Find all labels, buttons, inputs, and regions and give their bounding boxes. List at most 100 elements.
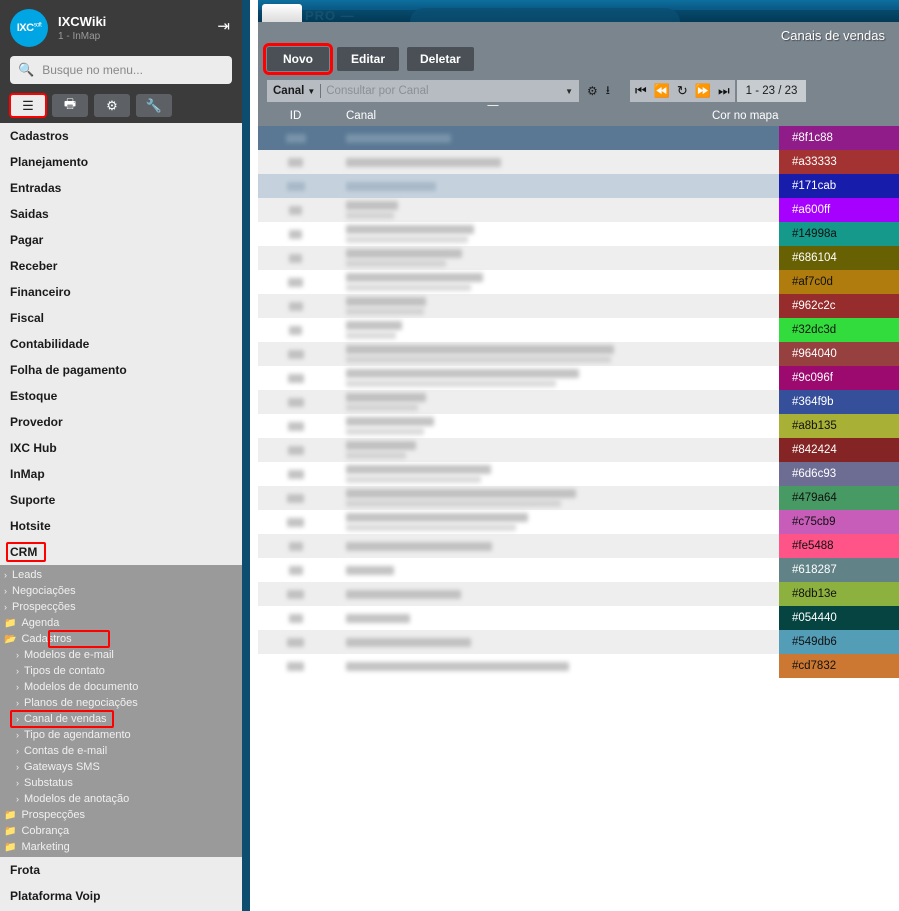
next-page-icon[interactable]: ⏩ [694, 83, 712, 99]
submenu-item-tipos-de-contato[interactable]: › Tipos de contato [0, 663, 242, 679]
table-row[interactable]: #962c2c [258, 294, 899, 318]
prev-page-icon[interactable]: ⏪ [653, 83, 671, 99]
submenu-item-leads[interactable]: › Leads [0, 567, 242, 583]
sidebar-item-estoque[interactable]: Estoque [0, 383, 242, 409]
submenu-item-negocia-es[interactable]: › Negociações [0, 583, 242, 599]
sidebar-item-contabilidade[interactable]: Contabilidade [0, 331, 242, 357]
table-row[interactable]: #479a64 [258, 486, 899, 510]
sidebar-item-entradas[interactable]: Entradas [0, 175, 242, 201]
submenu-item-modelos-de-documento[interactable]: › Modelos de documento [0, 679, 242, 695]
column-header-canal[interactable]: Canal [333, 110, 699, 122]
table-row[interactable]: #964040 [258, 342, 899, 366]
pager: ⏮ ⏪ ↻ ⏩ ⏭ 1 - 23 / 23 [629, 80, 807, 102]
settings-tab[interactable]: ⚙ [94, 94, 130, 117]
column-header-id[interactable]: ID [258, 110, 333, 122]
print-tab[interactable]: 🖶 [52, 94, 88, 117]
last-page-icon[interactable]: ⏭ [717, 83, 731, 99]
sidebar-item-receber[interactable]: Receber [0, 253, 242, 279]
filter-dropdown-icon[interactable]: ▼ [565, 87, 573, 96]
redacted-line-1 [346, 201, 398, 210]
search-icon: 🔍 [18, 62, 35, 77]
sidebar-submenu: › Leads › Negociações › Prospecções 📁 Agenda 📂 Ca… [0, 565, 242, 857]
filter-field-label[interactable]: Canal [273, 85, 304, 97]
table-row[interactable]: #14998a [258, 222, 899, 246]
search-box[interactable]: 🔍 [10, 56, 232, 84]
table-row[interactable]: #fe5488 [258, 534, 899, 558]
redacted-canal [346, 181, 436, 191]
sidebar-item-crm[interactable]: CRM [0, 539, 242, 565]
search-input[interactable] [42, 63, 224, 77]
chevron-down-icon[interactable]: ▼ [307, 87, 315, 96]
cell-id [258, 486, 333, 510]
redacted-canal [346, 541, 492, 551]
submenu-item-canal-de-vendas[interactable]: › Canal de vendas [0, 710, 242, 728]
chevron-right-icon: › [16, 794, 19, 804]
submenu-item-marketing[interactable]: 📁 Marketing [0, 839, 242, 855]
submenu-item-planos-de-negocia-es[interactable]: › Planos de negociações [0, 695, 242, 711]
sidebar-item-hotsite[interactable]: Hotsite [0, 513, 242, 539]
table-row[interactable]: #054440 [258, 606, 899, 630]
logout-icon[interactable]: ⇥ [217, 17, 230, 35]
table-row[interactable]: #32dc3d [258, 318, 899, 342]
redacted-canal [346, 201, 398, 219]
tools-tab[interactable]: 🔧 [136, 94, 172, 117]
chevron-right-icon: › [16, 666, 19, 676]
submenu-item-modelos-de-anota-o[interactable]: › Modelos de anotação [0, 791, 242, 807]
delete-button[interactable]: Deletar [407, 47, 474, 71]
new-button[interactable]: Novo [263, 43, 333, 75]
redacted-line-1 [346, 465, 491, 474]
sidebar-item-fiscal[interactable]: Fiscal [0, 305, 242, 331]
table-row[interactable]: #8f1c88 [258, 126, 899, 150]
table-row[interactable]: #a8b135 [258, 414, 899, 438]
sidebar-header-text: IXCWiki 1 - InMap [58, 14, 106, 43]
submenu-item-prospec-es[interactable]: › Prospecções [0, 599, 242, 615]
filter-settings-icon[interactable]: ⚙ [587, 84, 598, 98]
submenu-item-label: Modelos de anotação [24, 793, 130, 805]
sidebar-item-cadastros[interactable]: Cadastros [0, 123, 242, 149]
sidebar-item-suporte[interactable]: Suporte [0, 487, 242, 513]
table-row[interactable]: #9c096f [258, 366, 899, 390]
table-row[interactable]: #842424 [258, 438, 899, 462]
submenu-item-contas-de-e-mail[interactable]: › Contas de e-mail [0, 743, 242, 759]
filter-search-input[interactable] [326, 85, 562, 97]
sidebar-item-folha-de-pagamento[interactable]: Folha de pagamento [0, 357, 242, 383]
edit-button[interactable]: Editar [337, 47, 399, 71]
table-row[interactable]: #a33333 [258, 150, 899, 174]
submenu-item-substatus[interactable]: › Substatus [0, 775, 242, 791]
submenu-item-agenda[interactable]: 📁 Agenda [0, 615, 242, 631]
submenu-item-cadastros[interactable]: 📂 Cadastros [0, 630, 242, 648]
sidebar-item-inmap[interactable]: InMap [0, 461, 242, 487]
menu-tab[interactable]: ☰ [9, 93, 47, 118]
first-page-icon[interactable]: ⏮ [634, 83, 648, 99]
table-row[interactable]: #364f9b [258, 390, 899, 414]
submenu-item-tipo-de-agendamento[interactable]: › Tipo de agendamento [0, 727, 242, 743]
table-row[interactable]: #618287 [258, 558, 899, 582]
filter-box[interactable]: Canal ▼ ▼ [267, 80, 579, 102]
submenu-item-prospec-es[interactable]: 📁 Prospecções [0, 807, 242, 823]
table-row[interactable]: #cd7832 [258, 654, 899, 678]
sidebar-item-planejamento[interactable]: Planejamento [0, 149, 242, 175]
table-row[interactable]: #171cab [258, 174, 899, 198]
table-row[interactable]: #a600ff [258, 198, 899, 222]
table-row[interactable]: #c75cb9 [258, 510, 899, 534]
sidebar-item-pagar[interactable]: Pagar [0, 227, 242, 253]
table-row[interactable]: #8db13e [258, 582, 899, 606]
table-row[interactable]: #af7c0d [258, 270, 899, 294]
sidebar-item-ixc-hub[interactable]: IXC Hub [0, 435, 242, 461]
sidebar-item-saidas[interactable]: Saidas [0, 201, 242, 227]
submenu-item-label: Modelos de e-mail [24, 649, 114, 661]
table-row[interactable]: #549db6 [258, 630, 899, 654]
column-header-cor[interactable]: Cor no mapa [699, 110, 899, 122]
sidebar-item-frota[interactable]: Frota [0, 857, 242, 883]
sidebar-item-provedor[interactable]: Provedor [0, 409, 242, 435]
submenu-item-cobran-a[interactable]: 📁 Cobrança [0, 823, 242, 839]
sidebar-item-label: Saidas [10, 207, 49, 221]
table-row[interactable]: #6d6c93 [258, 462, 899, 486]
table-row[interactable]: #686104 [258, 246, 899, 270]
sidebar-item-plataforma-voip[interactable]: Plataforma Voip [0, 883, 242, 909]
export-download-icon[interactable]: ⭳ [606, 81, 610, 102]
refresh-icon[interactable]: ↻ [676, 83, 689, 99]
sidebar-item-financeiro[interactable]: Financeiro [0, 279, 242, 305]
submenu-item-gateways-sms[interactable]: › Gateways SMS [0, 759, 242, 775]
submenu-item-modelos-de-e-mail[interactable]: › Modelos de e-mail [0, 647, 242, 663]
